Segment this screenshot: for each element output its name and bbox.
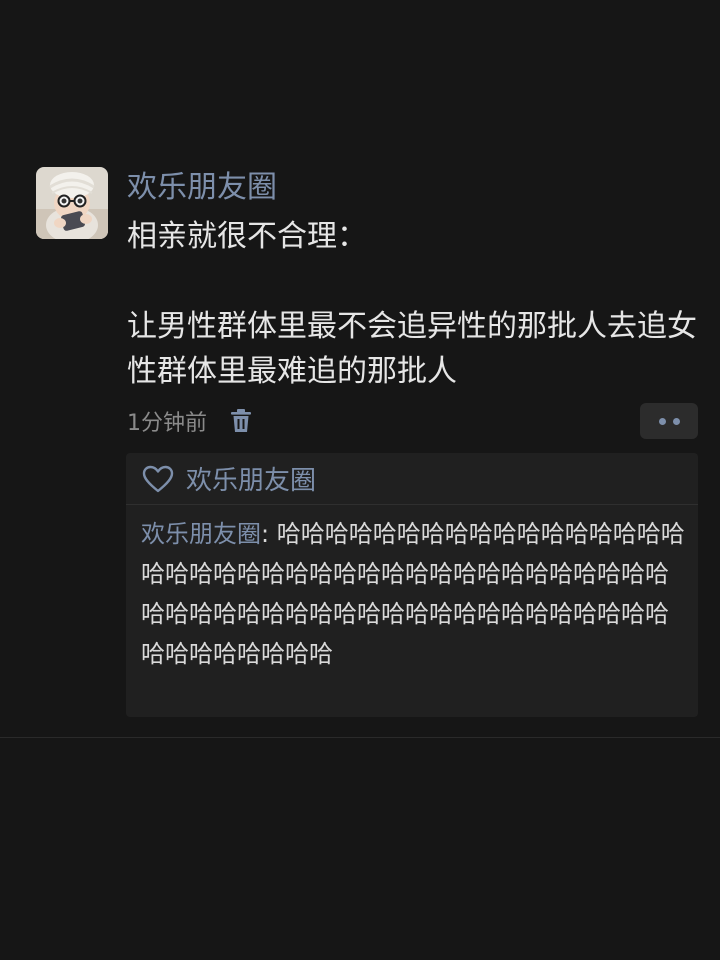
comment-author-name[interactable]: 欢乐朋友圈 <box>141 520 261 548</box>
interaction-panel: 欢乐朋友圈 欢乐朋友圈: 哈哈哈哈哈哈哈哈哈哈哈哈哈哈哈哈哈哈哈哈哈哈哈哈哈哈哈… <box>126 453 698 717</box>
comment-item[interactable]: 欢乐朋友圈: 哈哈哈哈哈哈哈哈哈哈哈哈哈哈哈哈哈哈哈哈哈哈哈哈哈哈哈哈哈哈哈哈哈… <box>141 514 685 674</box>
trash-icon[interactable] <box>229 408 253 434</box>
heart-outline-icon <box>142 465 174 493</box>
moments-page: 欢乐朋友圈 相亲就很不合理： 让男性群体里最不会追异性的那批人去追女性群体里最难… <box>0 0 720 960</box>
avatar-image <box>36 167 108 239</box>
more-dots-icon <box>672 417 680 425</box>
post-timestamp: 1分钟前 <box>127 411 207 436</box>
likes-row: 欢乐朋友圈 <box>126 453 698 505</box>
avatar[interactable] <box>36 167 108 239</box>
post-meta-row: 1分钟前 <box>127 403 253 439</box>
post-author-name[interactable]: 欢乐朋友圈 <box>127 168 277 208</box>
more-dots-icon <box>658 417 666 425</box>
like-user-name[interactable]: 欢乐朋友圈 <box>186 460 316 497</box>
post-content-text: 相亲就很不合理： 让男性群体里最不会追异性的那批人去追女性群体里最难追的那批人 <box>127 219 697 389</box>
more-actions-button[interactable] <box>640 403 698 439</box>
comment-separator: : <box>261 520 277 548</box>
moment-post: 欢乐朋友圈 相亲就很不合理： 让男性群体里最不会追异性的那批人去追女性群体里最难… <box>0 0 720 738</box>
